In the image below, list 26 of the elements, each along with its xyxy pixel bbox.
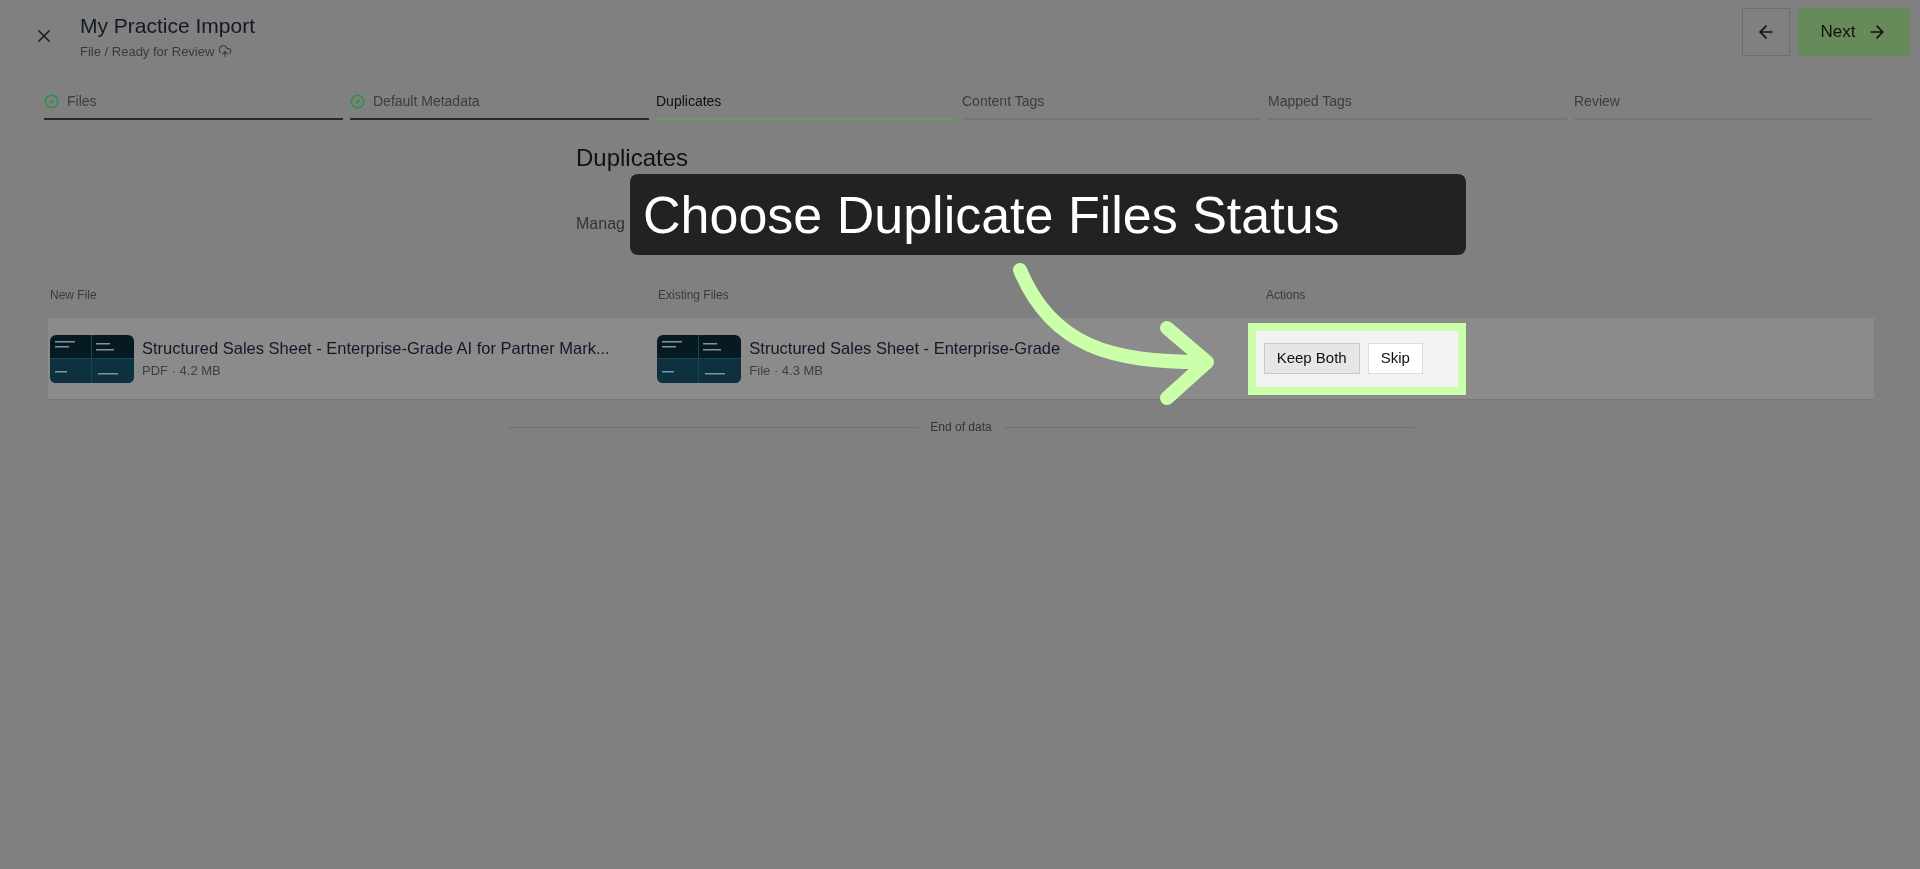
step-tab[interactable]: Content Tags bbox=[962, 91, 1261, 120]
check-icon bbox=[44, 94, 59, 109]
column-header: Actions bbox=[1266, 287, 1307, 304]
end-of-data: End of data bbox=[930, 419, 992, 436]
cloud-upload-icon bbox=[218, 44, 233, 59]
breadcrumb: File / Ready for Review bbox=[80, 42, 215, 61]
step-tab[interactable]: Files bbox=[44, 91, 343, 120]
section-title: Duplicates bbox=[576, 143, 689, 173]
file-name: Structured Sales Sheet - Enterprise-Grade AI for Partner Mark... bbox=[142, 338, 610, 360]
back-button[interactable] bbox=[1742, 8, 1790, 56]
file-meta: PDF · 4.2 MB bbox=[142, 362, 222, 381]
step-tab[interactable]: Mapped Tags bbox=[1268, 91, 1567, 120]
file-name: Structured Sales Sheet - Enterprise-Grade bbox=[749, 338, 1061, 360]
column-header: Existing Files bbox=[658, 287, 730, 304]
page-title: My Practice Import bbox=[80, 13, 256, 39]
action-button[interactable]: Skip bbox=[1367, 343, 1423, 374]
check-icon bbox=[350, 94, 365, 109]
column-header: New File bbox=[50, 287, 98, 304]
section-subtitle: Manag bbox=[576, 214, 625, 234]
callout: Choose Duplicate Files Status bbox=[630, 174, 1466, 255]
step-tab[interactable]: Review bbox=[1574, 91, 1873, 120]
next-button[interactable]: Next bbox=[1798, 8, 1910, 56]
file-meta: File · 4.3 MB bbox=[749, 362, 824, 381]
step-tab[interactable]: Default Metadata bbox=[350, 91, 649, 120]
step-tab[interactable]: Duplicates bbox=[656, 91, 955, 120]
action-button[interactable]: Keep Both bbox=[1263, 343, 1360, 374]
